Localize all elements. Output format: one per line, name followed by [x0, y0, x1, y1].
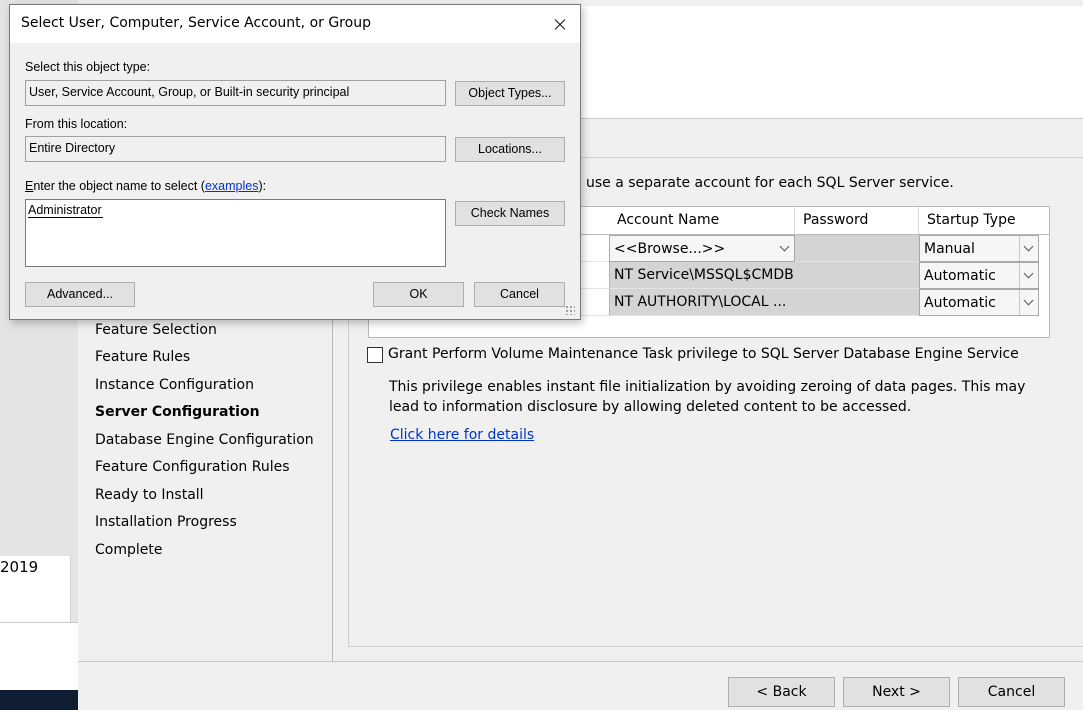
- examples-link[interactable]: examples: [205, 179, 259, 193]
- startup-type-value: Automatic: [924, 295, 996, 311]
- resize-grip-icon[interactable]: [565, 305, 575, 315]
- startup-type-dropdown[interactable]: Automatic: [919, 289, 1039, 316]
- startup-type-value: Automatic: [924, 268, 996, 284]
- startup-type-value: Manual: [924, 241, 975, 257]
- cancel-button[interactable]: Cancel: [958, 677, 1065, 707]
- privilege-description: This privilege enables instant file init…: [389, 379, 1026, 415]
- password-field[interactable]: [795, 289, 919, 316]
- location-label: From this location:: [25, 117, 128, 131]
- advanced-button[interactable]: Advanced...: [25, 282, 135, 307]
- locations-button[interactable]: Locations...: [455, 137, 565, 162]
- ok-button[interactable]: OK: [373, 282, 464, 307]
- object-type-field: User, Service Account, Group, or Built-i…: [25, 80, 446, 106]
- grant-volume-maintenance-checkbox[interactable]: [367, 347, 383, 363]
- column-header-startup-type[interactable]: Startup Type: [919, 207, 1049, 234]
- object-type-label: Select this object type:: [25, 60, 151, 74]
- password-field[interactable]: [795, 262, 919, 289]
- location-field: Entire Directory: [25, 136, 446, 162]
- nav-item-installation-progress[interactable]: Installation Progress: [95, 514, 237, 530]
- nav-item-server-configuration[interactable]: Server Configuration: [95, 404, 260, 420]
- next-button[interactable]: Next >: [843, 677, 950, 707]
- check-names-button[interactable]: Check Names: [455, 201, 565, 226]
- nav-item-feature-rules[interactable]: Feature Rules: [95, 349, 190, 365]
- close-icon[interactable]: [540, 11, 580, 39]
- object-name-label-text: nter the object name to select (: [33, 179, 205, 193]
- object-name-input[interactable]: Administrator: [25, 199, 446, 267]
- chevron-down-icon[interactable]: [1019, 263, 1038, 288]
- service-account-hint: use a separate account for each SQL Serv…: [586, 175, 954, 191]
- nav-item-ready-to-install[interactable]: Ready to Install: [95, 487, 204, 503]
- nav-item-database-engine-configuration[interactable]: Database Engine Configuration: [95, 432, 314, 448]
- account-name-cell[interactable]: NT AUTHORITY\LOCAL ...: [609, 289, 795, 316]
- account-name-dropdown[interactable]: <<Browse...>>: [609, 235, 795, 262]
- dialog-cancel-button[interactable]: Cancel: [474, 282, 565, 307]
- chevron-down-icon[interactable]: [1019, 290, 1038, 315]
- chevron-down-icon[interactable]: [1019, 236, 1038, 261]
- object-name-label-suffix: ):: [258, 179, 267, 193]
- nav-item-complete[interactable]: Complete: [95, 542, 162, 558]
- chevron-down-icon[interactable]: [776, 236, 794, 261]
- desktop-year-text: 2019: [0, 558, 39, 576]
- account-name-value: <<Browse...>>: [614, 241, 726, 257]
- desktop-window-fragment-lower: [0, 622, 78, 691]
- nav-item-feature-configuration-rules[interactable]: Feature Configuration Rules: [95, 459, 290, 475]
- column-header-password[interactable]: Password: [795, 207, 919, 234]
- startup-type-dropdown[interactable]: Manual: [919, 235, 1039, 262]
- object-name-label: Enter the object name to select (example…: [25, 179, 266, 193]
- account-name-cell[interactable]: NT Service\MSSQL$CMDB: [609, 262, 795, 289]
- object-types-button[interactable]: Object Types...: [455, 81, 565, 106]
- select-user-dialog: Select User, Computer, Service Account, …: [9, 4, 581, 320]
- password-field[interactable]: [795, 235, 919, 262]
- nav-item-instance-configuration[interactable]: Instance Configuration: [95, 377, 254, 393]
- dialog-title: Select User, Computer, Service Account, …: [21, 15, 371, 31]
- taskbar-fragment: [0, 690, 78, 710]
- grant-volume-maintenance-label[interactable]: Grant Perform Volume Maintenance Task pr…: [388, 346, 1019, 362]
- column-header-account-name[interactable]: Account Name: [609, 207, 795, 234]
- nav-item-feature-selection[interactable]: Feature Selection: [95, 322, 217, 338]
- object-name-value: Administrator: [28, 203, 103, 218]
- details-link[interactable]: Click here for details: [390, 427, 534, 443]
- footer-divider: [78, 661, 1083, 662]
- startup-type-dropdown[interactable]: Automatic: [919, 262, 1039, 289]
- back-button[interactable]: < Back: [728, 677, 835, 707]
